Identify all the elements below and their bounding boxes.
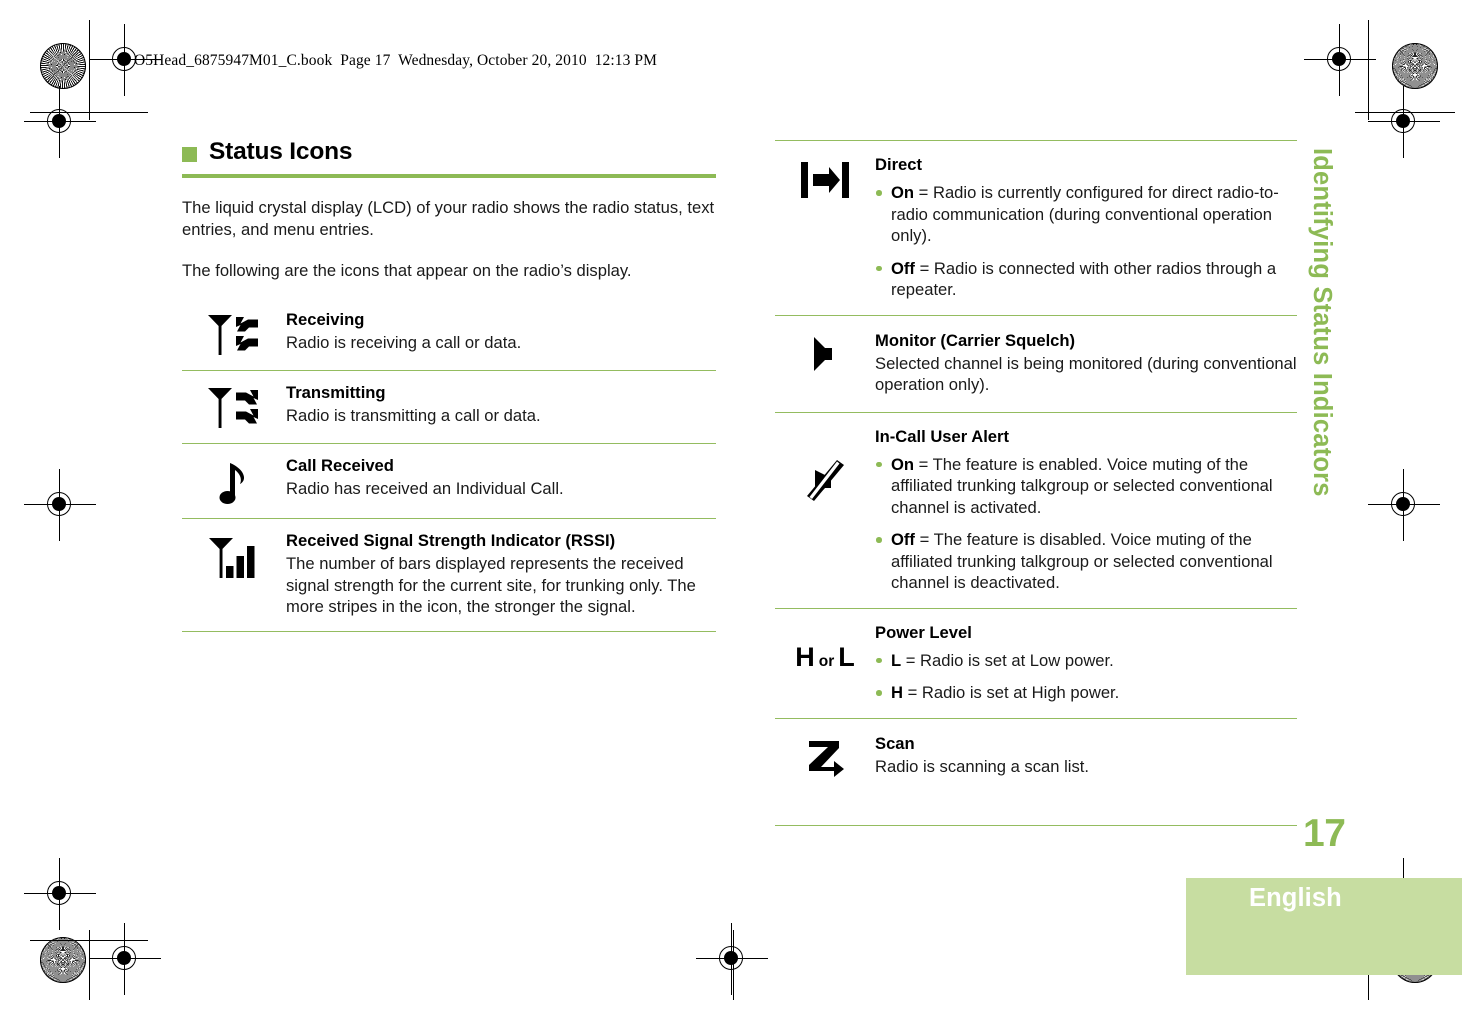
row-description: Radio is scanning a scan list. <box>875 756 1089 776</box>
table-row: Monitor (Carrier Squelch) Selected chann… <box>775 316 1297 413</box>
antenna-transmit-icon <box>182 382 286 430</box>
page-number-rule <box>1180 825 1295 827</box>
right-column: Direct On = Radio is currently configure… <box>775 140 1297 826</box>
heading-underline <box>182 173 716 178</box>
list-item: On = Radio is currently configured for d… <box>875 182 1297 247</box>
antenna-receive-icon <box>182 309 286 357</box>
table-row-text: In-Call User Alert On = The feature is e… <box>875 426 1297 595</box>
list-item: On = The feature is enabled. Voice mutin… <box>875 454 1297 519</box>
table-row-text: Received Signal Strength Indicator (RSSI… <box>286 530 716 618</box>
row-title: Power Level <box>875 622 972 642</box>
bullet-term: L <box>891 650 902 670</box>
side-tab-title: Identifying Status Indicators <box>1308 148 1336 497</box>
signal-bars-icon-glyph <box>209 538 255 578</box>
page-number: 17 <box>1303 812 1346 855</box>
bullet-text: = Radio is currently configured for dire… <box>891 183 1279 245</box>
row-bullet-list: On = Radio is currently configured for d… <box>875 182 1297 301</box>
table-row: Direct On = Radio is currently configure… <box>775 140 1297 316</box>
bullet-term: On <box>891 454 915 474</box>
direct-arrow-icon-glyph <box>801 162 849 198</box>
row-description: The number of bars displayed represents … <box>286 554 696 616</box>
table-row: Receiving Radio is receiving a call or d… <box>182 298 716 371</box>
page-title: Status Icons <box>209 138 353 165</box>
table-row: Received Signal Strength Indicator (RSSI… <box>182 519 716 632</box>
antenna-transmit-icon-glyph <box>208 388 258 428</box>
scan-z-icon-glyph <box>809 740 844 777</box>
signal-bars-icon <box>182 530 286 580</box>
row-title: Received Signal Strength Indicator (RSSI… <box>286 531 616 550</box>
monitor-speaker-icon-glyph <box>814 336 832 371</box>
row-title: In-Call User Alert <box>875 426 1010 446</box>
bullet-text: = Radio is connected with other radios t… <box>891 258 1277 300</box>
bullet-term: Off <box>891 258 915 278</box>
power-level-h-or-l-icon: H or L <box>775 622 875 671</box>
section-heading: Status Icons <box>182 138 716 165</box>
music-note-icon-glyph <box>219 463 245 504</box>
table-row-text: Power Level L = Radio is set at Low powe… <box>875 622 1297 705</box>
list-item: Off = Radio is connected with other radi… <box>875 258 1297 301</box>
power-level-conjunction: or <box>818 653 835 670</box>
monitor-speaker-icon <box>775 330 875 374</box>
table-row: Scan Radio is scanning a scan list. <box>775 719 1297 826</box>
table-row: In-Call User Alert On = The feature is e… <box>775 413 1297 609</box>
table-row: Transmitting Radio is transmitting a cal… <box>182 371 716 444</box>
bullet-text: = Radio is set at Low power. <box>901 650 1114 670</box>
table-row-text: Direct On = Radio is currently configure… <box>875 154 1297 302</box>
muted-speaker-icon-glyph <box>807 459 844 501</box>
table-row-text: Scan Radio is scanning a scan list. <box>875 733 1297 778</box>
list-item: L = Radio is set at Low power. <box>875 650 1297 672</box>
row-bullet-list: L = Radio is set at Low power. H = Radio… <box>875 650 1297 704</box>
row-title: Receiving <box>286 310 365 329</box>
language-label: English <box>1249 884 1342 912</box>
bullet-text: = Radio is set at High power. <box>902 683 1120 702</box>
muted-speaker-icon <box>775 426 875 504</box>
row-description: Radio has received an Individual Call. <box>286 479 564 498</box>
row-title: Direct <box>875 155 923 174</box>
row-description: Radio is transmitting a call or data. <box>286 406 541 425</box>
antenna-receive-icon-glyph <box>208 315 258 355</box>
bullet-text: = The feature is enabled. Voice muting o… <box>891 454 1273 517</box>
row-bullet-list: On = The feature is enabled. Voice mutin… <box>875 454 1297 594</box>
row-description: Selected channel is being monitored (dur… <box>875 353 1297 395</box>
power-level-high-letter: H <box>795 641 815 672</box>
row-description: Radio is receiving a call or data. <box>286 333 522 352</box>
intro-paragraph-2: The following are the icons that appear … <box>182 260 632 280</box>
page-content: Status Icons The liquid crystal display … <box>0 0 1462 1013</box>
intro-paragraph-1: The liquid crystal display (LCD) of your… <box>182 197 715 240</box>
table-row-text: Call Received Radio has received an Indi… <box>286 455 716 500</box>
row-title: Monitor (Carrier Squelch) <box>875 330 1076 350</box>
heading-bullet-square-icon <box>182 146 197 162</box>
table-row: Call Received Radio has received an Indi… <box>182 444 716 519</box>
table-row-text: Transmitting Radio is transmitting a cal… <box>286 382 716 427</box>
row-title: Call Received <box>286 456 394 475</box>
left-column: Status Icons The liquid crystal display … <box>182 138 716 632</box>
list-item: H = Radio is set at High power. <box>875 682 1297 704</box>
music-note-icon <box>182 455 286 505</box>
list-item: Off = The feature is disabled. Voice mut… <box>875 529 1297 594</box>
bullet-term: H <box>891 683 903 702</box>
table-row-text: Receiving Radio is receiving a call or d… <box>286 309 716 354</box>
bullet-term: Off <box>891 530 915 549</box>
row-title: Transmitting <box>286 383 386 402</box>
bullet-text: = The feature is disabled. Voice muting … <box>891 530 1273 592</box>
row-title: Scan <box>875 733 915 753</box>
bullet-term: On <box>891 183 915 202</box>
power-level-low-letter: L <box>838 641 855 672</box>
scan-z-icon <box>775 733 875 779</box>
table-row: H or L Power Level L = Radio is set at L… <box>775 609 1297 719</box>
direct-arrow-icon <box>775 154 875 202</box>
table-row-text: Monitor (Carrier Squelch) Selected chann… <box>875 330 1297 396</box>
